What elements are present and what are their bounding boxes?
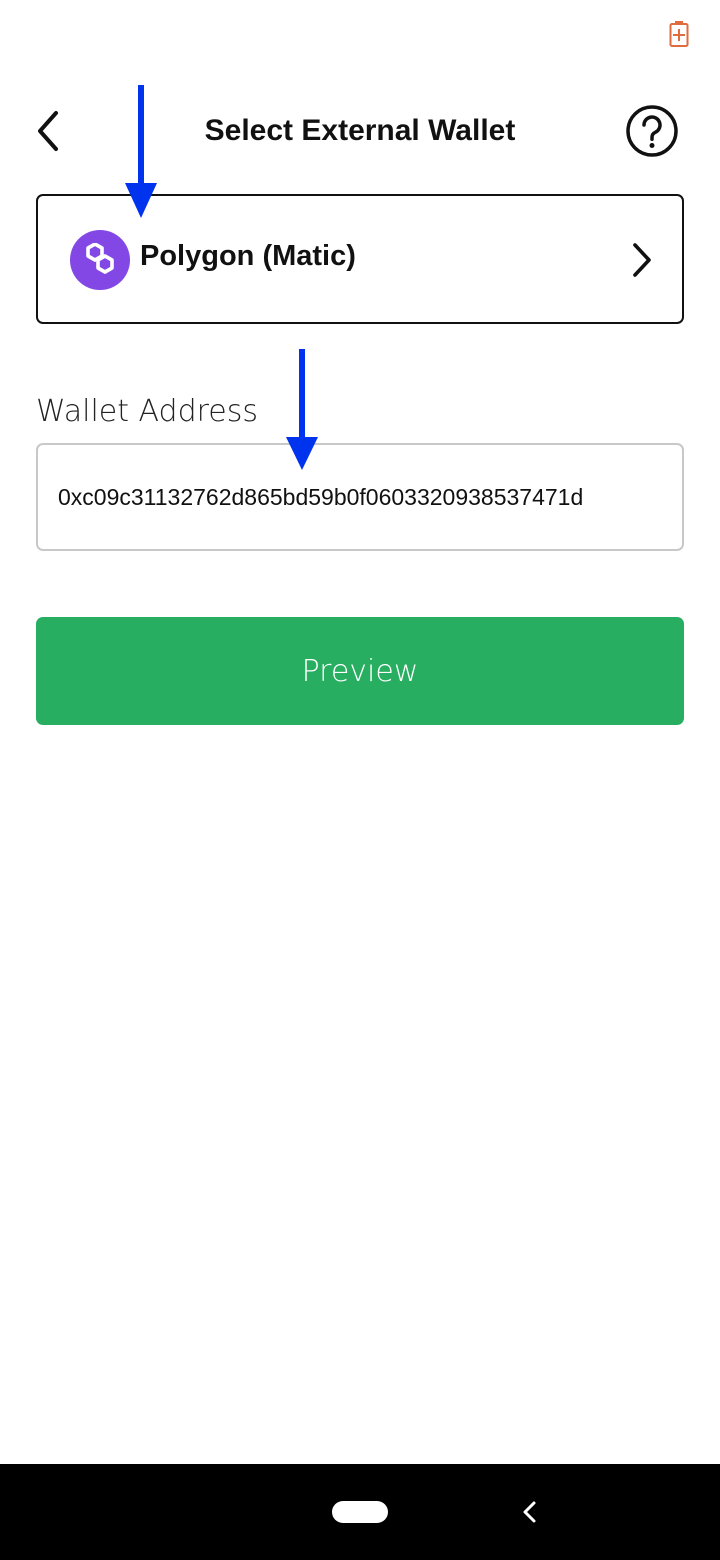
wallet-address-label: Wallet Address	[36, 394, 259, 429]
help-button[interactable]	[625, 104, 679, 158]
arrow-down-icon	[125, 85, 157, 218]
wallet-address-field[interactable]: 0xc09c31132762d865bd59b0f060332093853747…	[36, 443, 684, 551]
home-pill-icon[interactable]	[332, 1501, 388, 1523]
arrow-down-icon	[286, 349, 318, 470]
system-navigation-bar	[0, 1464, 720, 1560]
page-title: Select External Wallet	[204, 114, 516, 147]
question-circle-icon	[626, 105, 678, 157]
battery-charging-icon	[669, 21, 689, 47]
screen: Select External Wallet Polygon (Matic) W…	[0, 0, 720, 1560]
nav-back-icon[interactable]	[519, 1500, 539, 1524]
wallet-address-value: 0xc09c31132762d865bd59b0f060332093853747…	[58, 483, 584, 510]
chevron-right-icon	[633, 243, 651, 277]
preview-button[interactable]: Preview	[36, 617, 684, 725]
network-name: Polygon (Matic)	[140, 240, 356, 272]
polygon-logo-icon	[70, 230, 130, 290]
